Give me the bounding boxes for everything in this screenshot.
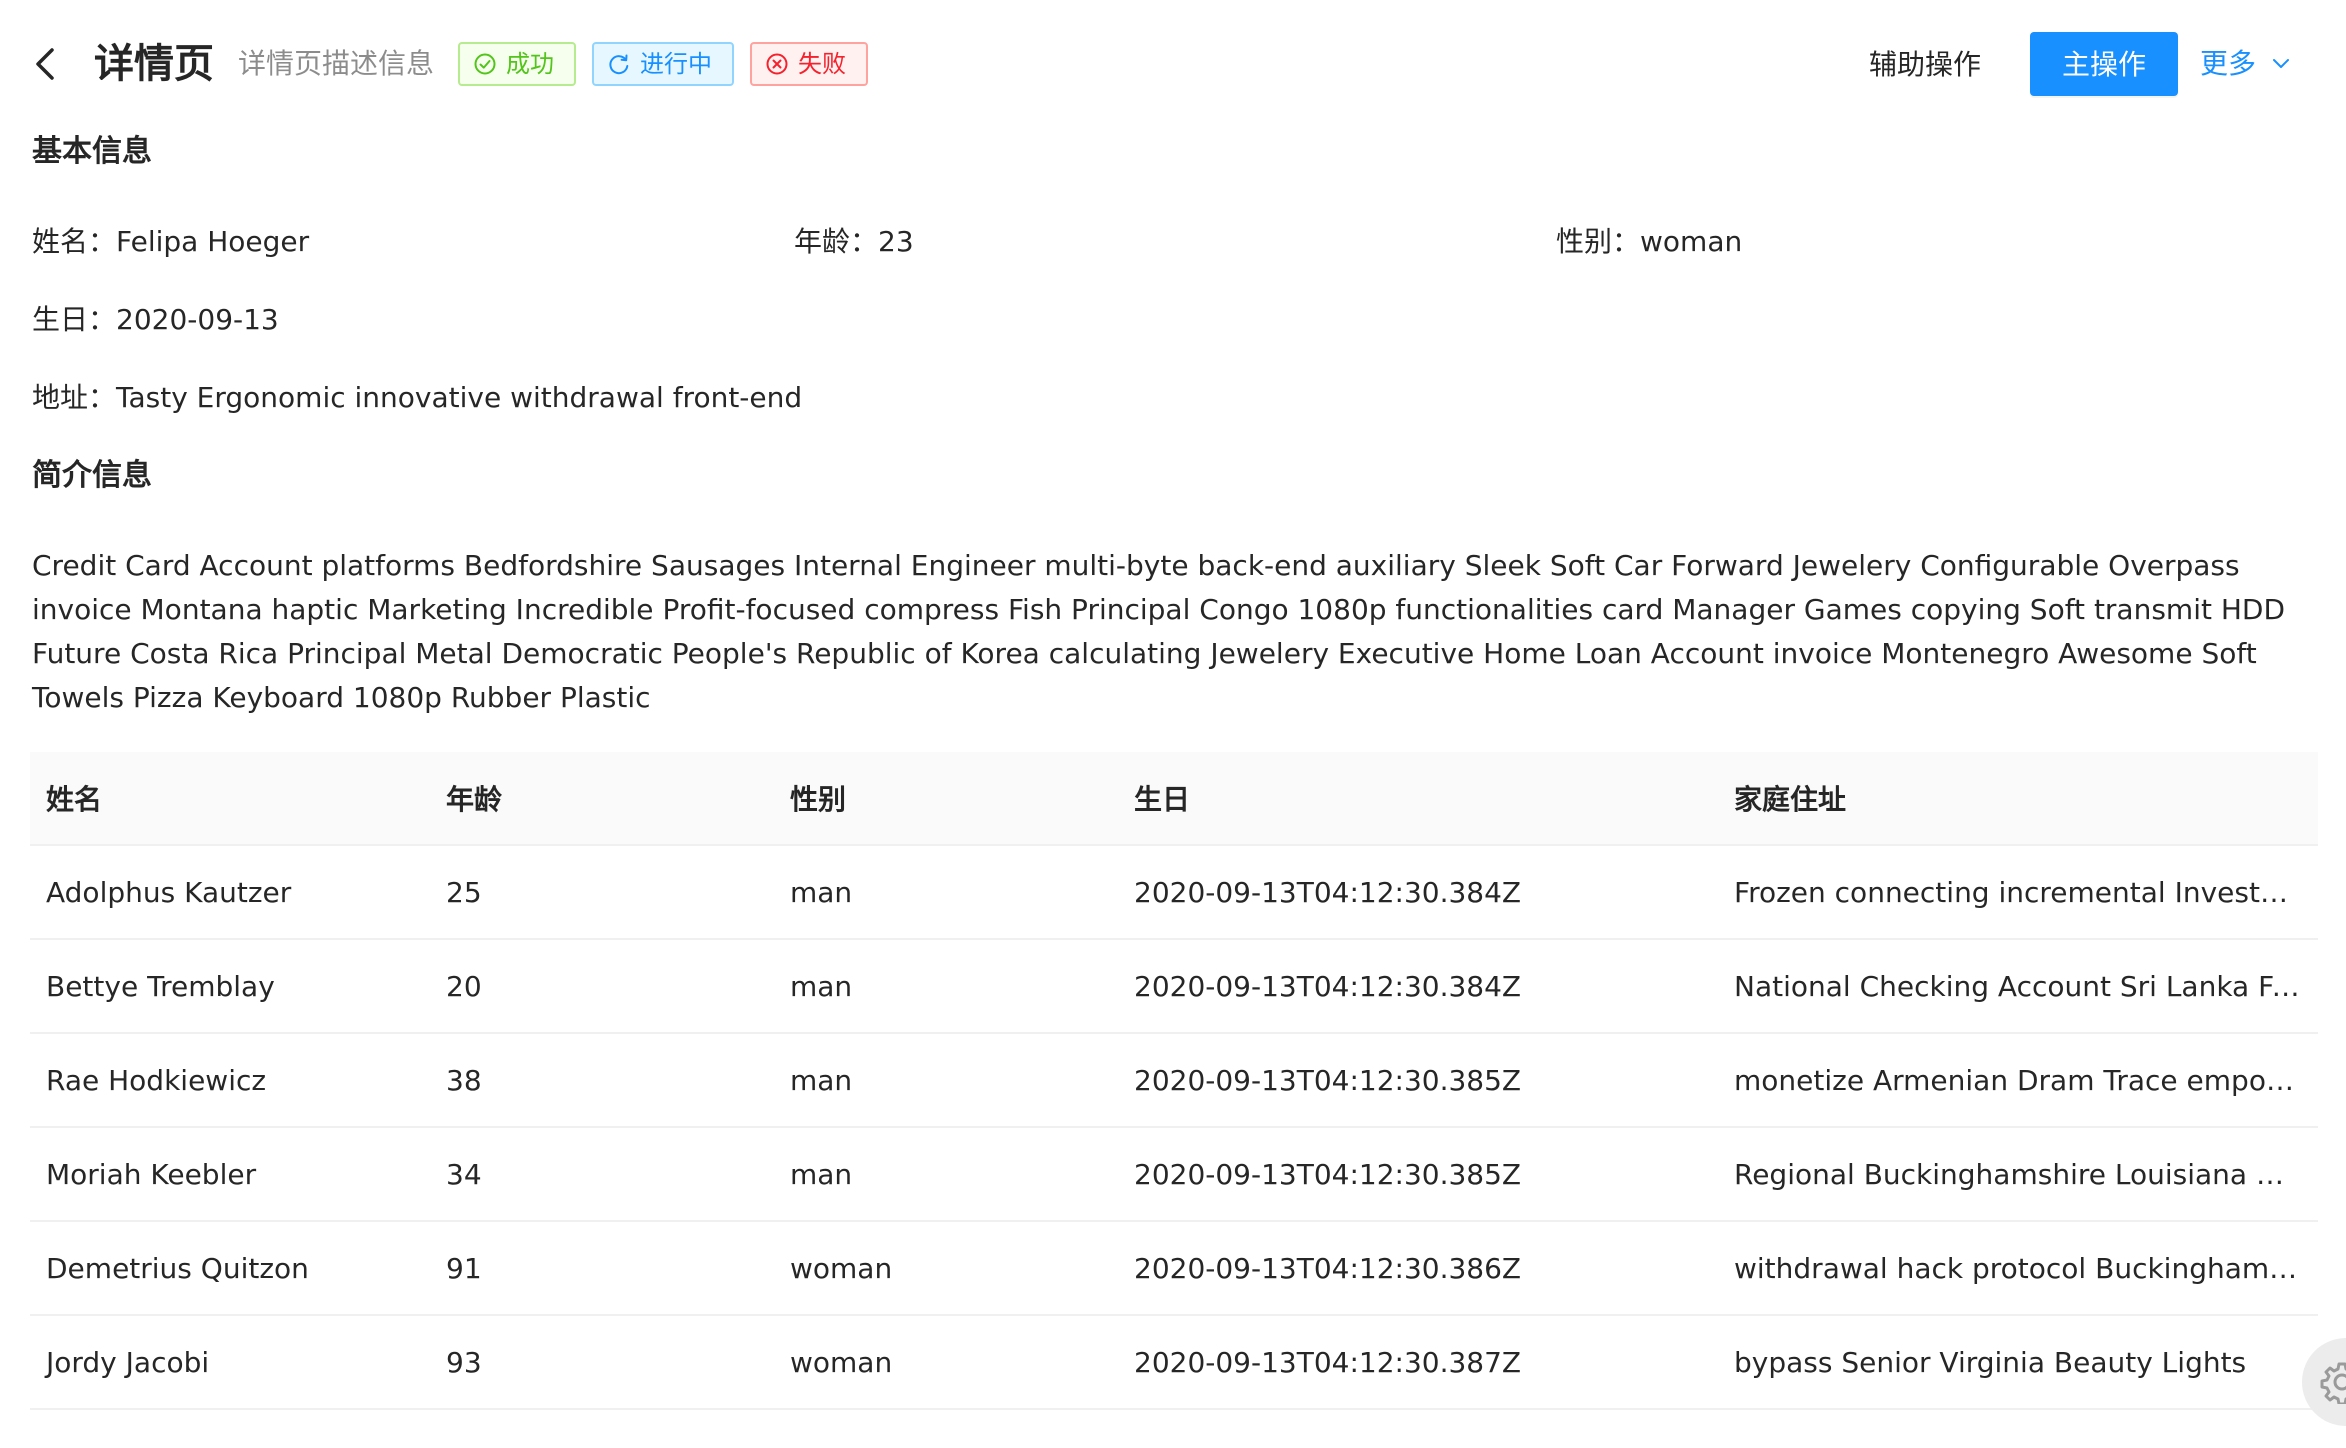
cell-birthday: 2020-09-13T04:12:30.386Z (1118, 1221, 1718, 1316)
table-row: Adolphus Kautzer 25 man 2020-09-13T04:12… (30, 845, 2318, 940)
cell-name: Adolphus Kautzer (30, 845, 430, 940)
cell-gender: man (774, 845, 1118, 940)
cell-age: 34 (430, 1127, 774, 1222)
cell-gender: woman (774, 1221, 1118, 1316)
desc-item-address: 地址：Tasty Ergonomic innovative withdrawal… (32, 378, 802, 418)
desc-item-birthday: 生日：2020-09-13 (32, 300, 279, 340)
table-row: Rae Hodkiewicz 38 man 2020-09-13T04:12:3… (30, 1033, 2318, 1128)
cell-birthday: 2020-09-13T04:12:30.384Z (1118, 845, 1718, 940)
section-title-basic-info: 基本信息 (32, 134, 152, 169)
cell-address: National Checking Account Sri Lanka Fant… (1718, 939, 2318, 1034)
cell-name: Rae Hodkiewicz (30, 1033, 430, 1128)
gear-icon (2320, 1362, 2346, 1404)
desc-label: 生日： (32, 303, 117, 336)
column-header-age: 年龄 (430, 752, 774, 846)
primary-action-button[interactable]: 主操作 (2030, 32, 2178, 96)
back-button[interactable] (28, 44, 64, 84)
data-table: 姓名 年龄 性别 生日 家庭住址 Adolphus Kautzer 25 man… (30, 752, 2318, 1448)
desc-item-age: 年龄：23 (794, 222, 914, 262)
page-title: 详情页 (94, 41, 214, 87)
table-row: Bettye Tremblay 20 man 2020-09-13T04:12:… (30, 939, 2318, 1034)
cell-address: bypass Senior Virginia Beauty Lights (1718, 1315, 2318, 1410)
cell-gender: man (774, 939, 1118, 1034)
desc-label: 姓名： (32, 225, 117, 258)
arrow-left-icon (36, 48, 54, 80)
cell-gender: woman (774, 1315, 1118, 1410)
cell-birthday: 2020-09-13T04:12:30.385Z (1118, 1127, 1718, 1222)
table-header-row: 姓名 年龄 性别 生日 家庭住址 (30, 752, 2318, 846)
desc-value: 23 (878, 225, 914, 258)
table: 姓名 年龄 性别 生日 家庭住址 Adolphus Kautzer 25 man… (30, 752, 2318, 1410)
cell-address: Frozen connecting incremental Investmen.… (1718, 845, 2318, 940)
table-header: 姓名 年龄 性别 生日 家庭住址 (30, 752, 2318, 846)
tag-label: 成功 (506, 50, 554, 78)
cell-birthday: 2020-09-13T04:12:30.387Z (1118, 1315, 1718, 1410)
cell-age: 25 (430, 845, 774, 940)
tag-label: 进行中 (640, 50, 712, 78)
intro-text: Credit Card Account platforms Bedfordshi… (32, 549, 2286, 714)
page-header: 详情页 详情页描述信息 成功 进行中 失败 辅助操作 主操作 更多 (0, 0, 2346, 128)
more-label: 更多 (2200, 47, 2257, 80)
column-header-name: 姓名 (30, 752, 430, 846)
desc-value: Felipa Hoeger (116, 225, 310, 258)
desc-label: 地址： (32, 381, 117, 414)
cell-age: 91 (430, 1221, 774, 1316)
chevron-down-icon (2273, 59, 2290, 68)
column-header-address: 家庭住址 (1718, 752, 2318, 846)
cell-address: Regional Buckinghamshire Louisiana Barb.… (1718, 1127, 2318, 1222)
column-header-birthday: 生日 (1118, 752, 1718, 846)
more-dropdown[interactable]: 更多 (2200, 32, 2310, 96)
cell-age: 20 (430, 939, 774, 1034)
table-row: Moriah Keebler 34 man 2020-09-13T04:12:3… (30, 1127, 2318, 1222)
cell-address: withdrawal hack protocol Buckinghamshir.… (1718, 1221, 2318, 1316)
status-tag-success: 成功 (458, 42, 576, 86)
tag-label: 失败 (798, 50, 846, 78)
cell-birthday: 2020-09-13T04:12:30.384Z (1118, 939, 1718, 1034)
desc-item-gender: 性别：woman (1556, 222, 1742, 262)
desc-label: 性别： (1556, 225, 1641, 258)
secondary-action-button[interactable]: 辅助操作 (1850, 32, 2000, 96)
column-header-gender: 性别 (774, 752, 1118, 846)
desc-value: Tasty Ergonomic innovative withdrawal fr… (116, 381, 803, 414)
table-row: Demetrius Quitzon 91 woman 2020-09-13T04… (30, 1221, 2318, 1316)
cell-name: Jordy Jacobi (30, 1315, 430, 1410)
page-subtitle: 详情页描述信息 (238, 47, 435, 80)
cell-gender: man (774, 1033, 1118, 1128)
cell-name: Bettye Tremblay (30, 939, 430, 1034)
section-title-intro: 简介信息 (32, 458, 152, 493)
status-tag-processing: 进行中 (592, 42, 734, 86)
desc-value: 2020-09-13 (116, 303, 279, 336)
close-circle-icon (766, 53, 788, 75)
cell-age: 93 (430, 1315, 774, 1410)
cell-birthday: 2020-09-13T04:12:30.385Z (1118, 1033, 1718, 1128)
cell-address: monetize Armenian Dram Trace empoweri... (1718, 1033, 2318, 1128)
table-row: Jordy Jacobi 93 woman 2020-09-13T04:12:3… (30, 1315, 2318, 1410)
cell-name: Moriah Keebler (30, 1127, 430, 1222)
desc-value: woman (1640, 225, 1743, 258)
desc-item-name: 姓名：Felipa Hoeger (32, 222, 309, 262)
desc-label: 年龄： (794, 225, 879, 258)
table-body: Adolphus Kautzer 25 man 2020-09-13T04:12… (30, 845, 2318, 1410)
cell-name: Demetrius Quitzon (30, 1221, 430, 1316)
cell-gender: man (774, 1127, 1118, 1222)
sync-icon (609, 54, 629, 75)
check-circle-icon (474, 53, 496, 75)
cell-age: 38 (430, 1033, 774, 1128)
status-tag-error: 失败 (750, 42, 868, 86)
